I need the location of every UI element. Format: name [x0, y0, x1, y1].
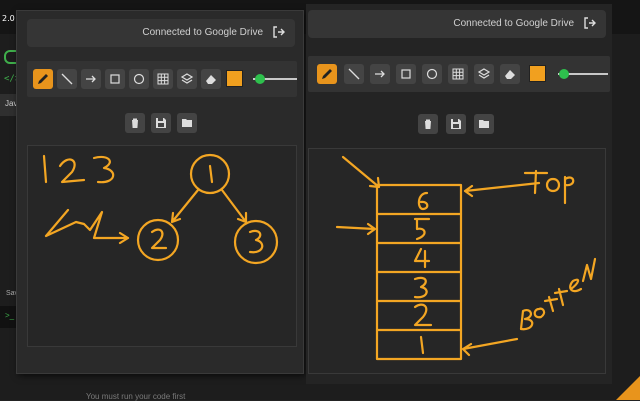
stack-cell-1 — [419, 335, 425, 355]
canvas-drawing — [42, 153, 279, 265]
logout-icon[interactable] — [273, 26, 285, 38]
edge-1-2 — [170, 188, 200, 224]
corner-accent — [616, 376, 640, 400]
zigzag-arrow — [44, 208, 130, 245]
rectangle-tool-button[interactable] — [105, 69, 125, 89]
folder-icon — [479, 120, 489, 128]
open-button[interactable] — [474, 114, 494, 134]
pencil-tool-button[interactable] — [317, 64, 337, 84]
tree-node-3-label — [248, 229, 264, 254]
brush-size-knob[interactable] — [559, 69, 569, 79]
grid-tool-button[interactable] — [153, 69, 173, 89]
line-icon — [61, 73, 73, 85]
stack-dividers — [375, 212, 463, 332]
tree-node-1-label — [208, 164, 214, 184]
layers-tool-button[interactable] — [474, 64, 494, 84]
folder-icon — [182, 119, 192, 127]
layers-icon — [180, 73, 194, 84]
stroke-digit-2 — [58, 158, 86, 184]
drive-status-bar: Connected to Google Drive — [27, 19, 295, 47]
tree-node-2-label — [150, 228, 168, 250]
line-icon — [348, 68, 360, 80]
clear-button[interactable] — [125, 113, 145, 133]
circle-tool-button[interactable] — [422, 64, 442, 84]
drawing-canvas[interactable] — [27, 145, 297, 347]
brush-size-knob[interactable] — [255, 74, 265, 84]
grid-icon — [452, 68, 464, 80]
whiteboard-panel-1: Connected to Google Drive — [16, 10, 304, 374]
tree-node-3 — [233, 219, 279, 265]
arrow-tool-button[interactable] — [370, 64, 390, 84]
stroke-digit-1 — [42, 154, 48, 184]
open-button[interactable] — [177, 113, 197, 133]
eraser-icon — [206, 75, 216, 84]
save-button[interactable] — [446, 114, 466, 134]
bottom-label — [519, 257, 597, 331]
arrow-tool-button[interactable] — [81, 69, 101, 89]
trash-icon — [131, 118, 139, 128]
save-button[interactable] — [151, 113, 171, 133]
grid-icon — [157, 73, 169, 85]
drawing-toolbar — [27, 61, 297, 97]
stack-cell-4 — [413, 247, 431, 269]
eraser-tool-button[interactable] — [201, 69, 221, 89]
rectangle-icon — [110, 74, 120, 84]
clear-button[interactable] — [418, 114, 438, 134]
rectangle-icon — [401, 69, 411, 79]
arrow-icon — [86, 75, 96, 83]
drawing-canvas[interactable] — [308, 148, 606, 374]
line-tool-button[interactable] — [344, 64, 364, 84]
rectangle-tool-button[interactable] — [396, 64, 416, 84]
pencil-icon — [38, 74, 48, 84]
save-icon — [156, 118, 166, 128]
logout-icon[interactable] — [584, 17, 596, 29]
circle-icon — [133, 73, 145, 85]
trash-icon — [424, 119, 432, 129]
drive-status-bar: Connected to Google Drive — [308, 10, 606, 38]
layers-tool-button[interactable] — [177, 69, 197, 89]
top-label — [523, 169, 575, 205]
layers-icon — [477, 68, 491, 79]
pencil-icon — [322, 69, 332, 79]
drawing-toolbar — [308, 56, 610, 92]
color-swatch[interactable] — [226, 70, 243, 87]
drive-status-text: Connected to Google Drive — [453, 18, 574, 29]
circle-icon — [426, 68, 438, 80]
pencil-tool-button[interactable] — [33, 69, 53, 89]
arrow-into-stack-top — [341, 155, 381, 189]
arrow-push — [335, 222, 377, 236]
whiteboard-panel-2: Connected to Google Drive — [306, 4, 612, 384]
stack-cell-5 — [413, 217, 431, 241]
stack-cell-2 — [413, 303, 433, 327]
arrow-bottom — [461, 337, 519, 357]
grid-tool-button[interactable] — [448, 64, 468, 84]
edge-1-3 — [220, 188, 248, 224]
color-swatch[interactable] — [529, 65, 546, 82]
eraser-icon — [505, 70, 515, 79]
stack-cell-3 — [413, 276, 428, 299]
line-tool-button[interactable] — [57, 69, 77, 89]
drive-status-text: Connected to Google Drive — [142, 27, 263, 38]
save-icon — [451, 119, 461, 129]
arrow-top — [463, 181, 541, 198]
eraser-tool-button[interactable] — [500, 64, 520, 84]
stroke-digit-3 — [92, 155, 115, 184]
circle-tool-button[interactable] — [129, 69, 149, 89]
terminal-icon: >_ — [5, 311, 15, 320]
arrow-icon — [375, 70, 385, 78]
tree-node-2 — [136, 218, 180, 262]
stack-cell-6 — [417, 191, 429, 211]
canvas-drawing — [335, 155, 597, 361]
